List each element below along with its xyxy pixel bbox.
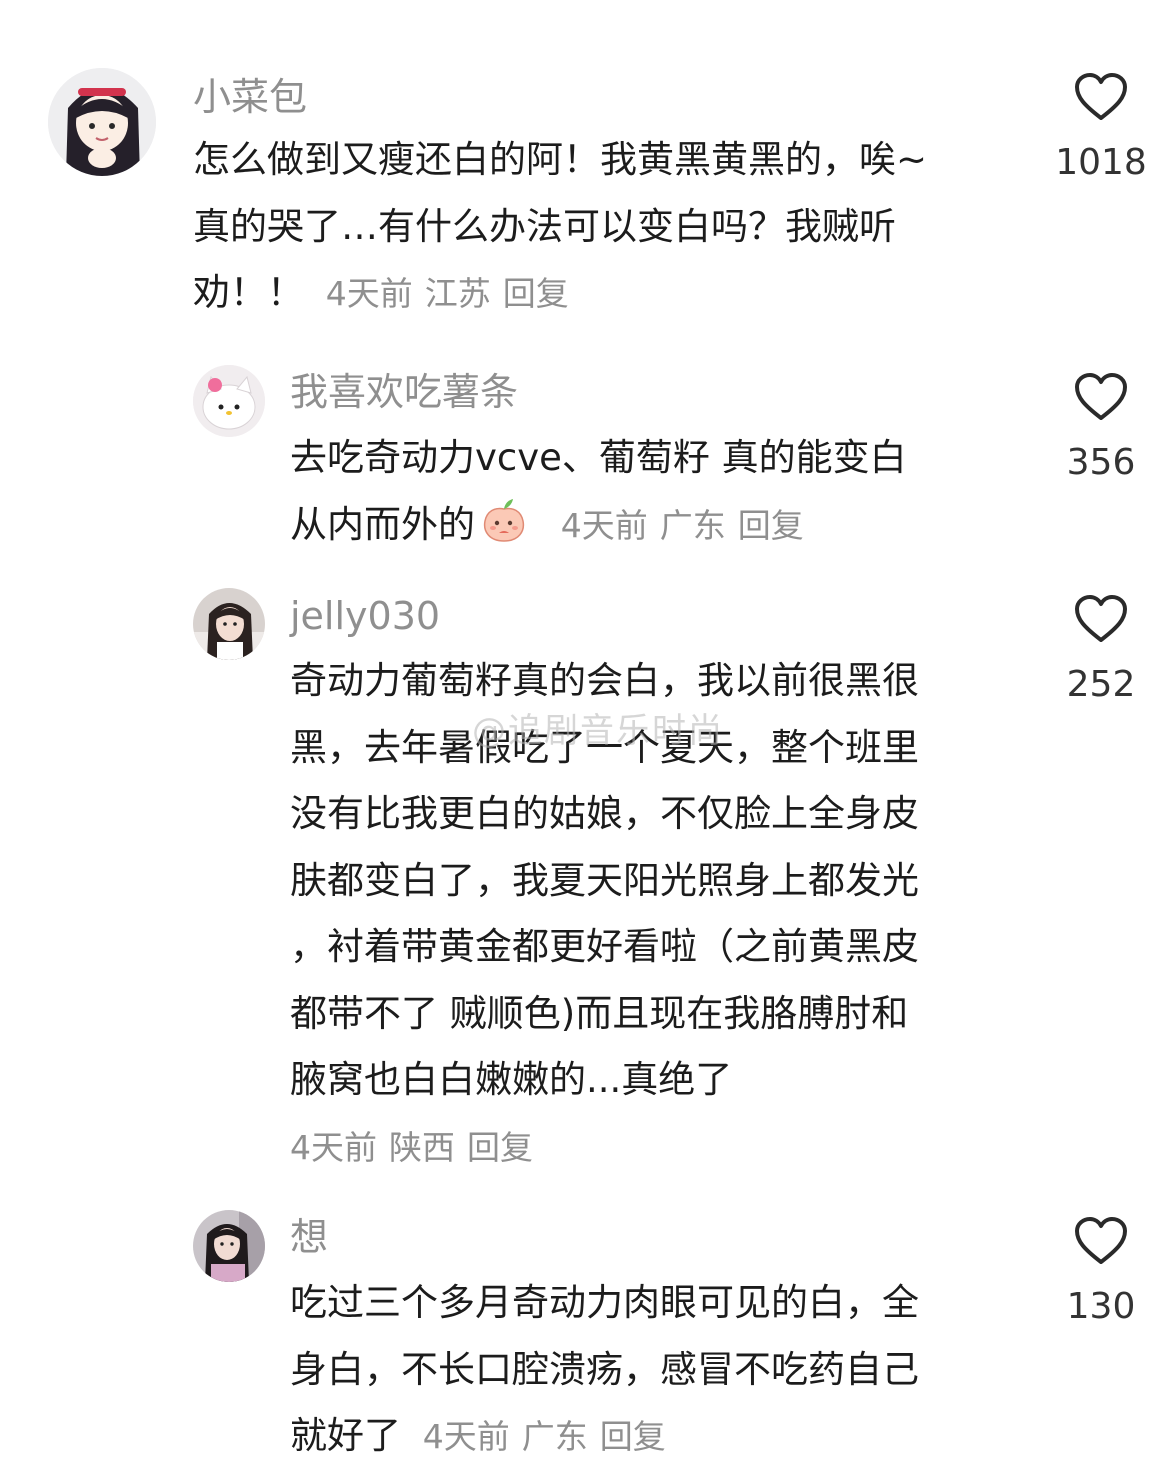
comment-text-line: 劝！！ 4天前 江苏 回复 [193,260,927,327]
comment-text-line: 身白，不长口腔溃疡，感冒不吃药自己 [290,1347,919,1391]
like-button[interactable]: 252 [1041,594,1161,705]
heart-icon [1075,1217,1127,1264]
comment-text-line: 就好了 4天前 广东 回复 [290,1403,919,1470]
girl-photo-avatar[interactable] [193,1210,265,1282]
heart-icon [1075,595,1127,642]
comment-text-line: 腋窝也白白嫩嫩的...真绝了 [290,1058,733,1101]
comment-text-tail: 劝！！ [193,271,304,314]
comment-item: 想 吃过三个多月奇动力肉眼可见的白，全 身白，不长口腔溃疡，感冒不吃药自己 就好… [0,1200,1170,1457]
comment-username[interactable]: 小菜包 [193,78,307,116]
comment-text-tail: 从内而外的 [290,502,475,546]
comment-time: 4天前 [325,274,413,313]
comment-username[interactable]: jelly030 [290,597,440,635]
reply-button[interactable]: 回复 [738,506,804,545]
hello-kitty-avatar[interactable] [193,365,265,437]
like-count: 356 [1066,442,1136,483]
comment-text-line: ，衬着带黄金都更好看啦（之前黄黑皮 [290,925,919,968]
comment-username[interactable]: 想 [290,1218,328,1256]
comment-meta-line: 4天前 陕西 回复 [290,1114,919,1181]
comment-text-line: 从内而外的 4天前 广东 回复 [290,492,907,559]
comment-username[interactable]: 我喜欢吃薯条 [290,373,518,411]
anime-girl-avatar[interactable] [48,68,156,176]
peach-emoji-icon [483,498,525,542]
reply-button[interactable]: 回复 [503,274,569,313]
comment-time: 4天前 [290,1127,377,1167]
watermark: @追剧音乐时尚 [472,711,724,751]
comment-location: 广东 [521,1417,588,1456]
like-button[interactable]: 1018 [1041,72,1161,183]
comment-location: 广东 [659,505,726,545]
like-button[interactable]: 356 [1041,372,1161,483]
comment-text: 去吃奇动力vcve、葡萄籽 真的能变白 从内而外的 4天前 广东 回复 [290,425,907,558]
comment-item: 我喜欢吃薯条 去吃奇动力vcve、葡萄籽 真的能变白 从内而外的 4天前 广东 回复… [0,340,1170,570]
comment-location: 江苏 [424,274,491,313]
comment-text: 吃过三个多月奇动力肉眼可见的白，全 身白，不长口腔溃疡，感冒不吃药自己 就好了 … [290,1270,919,1470]
like-count: 130 [1066,1286,1136,1327]
like-button[interactable]: 130 [1041,1216,1161,1327]
comment-text-line: 都带不了 贼顺色)而且现在我胳膊肘和 [290,991,909,1035]
like-count: 252 [1066,664,1136,705]
comment-meta: 4天前 广东 回复 [561,506,816,545]
comment-meta: 4天前 广东 回复 [423,1417,678,1456]
reply-button[interactable]: 回复 [600,1417,666,1456]
comment-text-line: 吃过三个多月奇动力肉眼可见的白，全 [290,1281,919,1324]
comment-text-tail: 就好了 [290,1414,401,1457]
comment-text-line: 真的哭了…有什么办法可以变白吗？我贼听 [193,204,896,248]
comment-meta: 4天前 陕西 回复 [290,1128,545,1167]
comment-text-line: 去吃奇动力vcve、葡萄籽 真的能变白 [290,436,907,479]
comment-item: 小菜包 怎么做到又瘦还白的阿！我黄黑黄黑的，唉~ 真的哭了…有什么办法可以变白吗… [0,0,1170,340]
comment-time: 4天前 [422,1417,510,1456]
heart-icon [1075,373,1127,420]
heart-icon [1075,73,1127,120]
reply-button[interactable]: 回复 [467,1128,533,1167]
comment-text-line: 肤都变白了，我夏天阳光照身上都发光 [290,858,919,902]
comment-item: jelly030 奇动力葡萄籽真的会白，我以前很黑很 黑，去年暑假吃了一个夏天，… [0,570,1170,1200]
like-count: 1018 [1055,142,1147,183]
comment-text: 怎么做到又瘦还白的阿！我黄黑黄黑的，唉~ 真的哭了…有什么办法可以变白吗？我贼听… [193,127,927,327]
comment-time: 4天前 [560,505,648,545]
comment-location: 陕西 [389,1127,455,1167]
comment-text-line: 没有比我更白的姑娘，不仅脸上全身皮 [290,792,919,835]
comment-meta: 4天前 江苏 回复 [326,274,581,313]
comment-text-line: 怎么做到又瘦还白的阿！我黄黑黄黑的，唉~ [193,138,928,181]
girl-photo-avatar[interactable] [193,588,265,660]
